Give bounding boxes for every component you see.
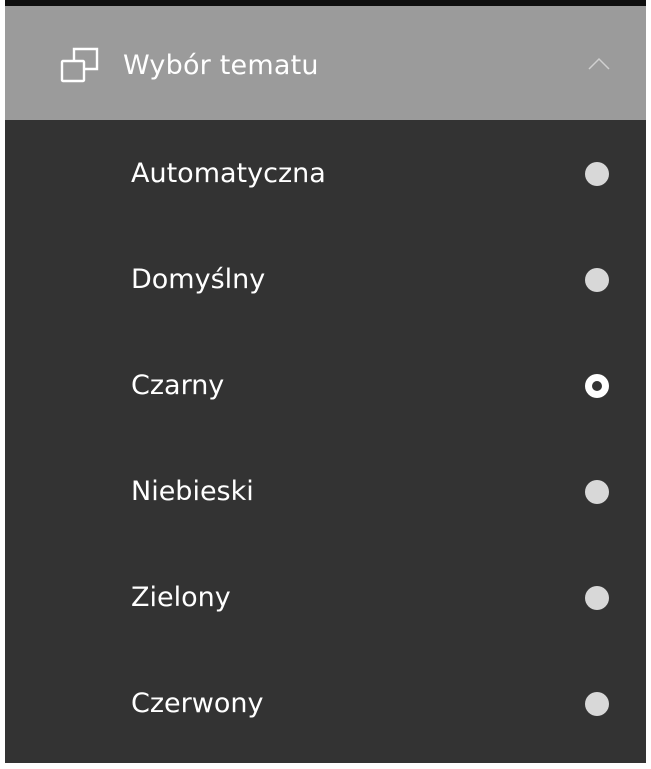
radio-button[interactable]	[585, 480, 609, 504]
theme-option-label: Niebieski	[131, 476, 254, 507]
radio-button[interactable]	[585, 268, 609, 292]
radio-button-selected[interactable]	[585, 374, 609, 398]
theme-selector-header[interactable]: Wybór tematu	[5, 6, 646, 120]
theme-option-label: Czarny	[131, 370, 225, 401]
windows-stack-icon	[60, 47, 100, 83]
theme-option-domyslny[interactable]: Domyślny	[5, 226, 646, 332]
theme-option-label: Czerwony	[131, 688, 264, 719]
theme-option-label: Zielony	[131, 582, 231, 613]
header-title: Wybór tematu	[123, 50, 319, 81]
theme-option-zielony[interactable]: Zielony	[5, 544, 646, 650]
theme-option-label: Domyślny	[131, 264, 266, 295]
theme-option-niebieski[interactable]: Niebieski	[5, 438, 646, 544]
theme-option-czerwony[interactable]: Czerwony	[5, 650, 646, 756]
theme-option-automatyczna[interactable]: Automatyczna	[5, 120, 646, 226]
radio-button[interactable]	[585, 586, 609, 610]
theme-option-czarny[interactable]: Czarny	[5, 332, 646, 438]
theme-option-label: Automatyczna	[131, 158, 326, 189]
radio-button[interactable]	[585, 162, 609, 186]
radio-button[interactable]	[585, 692, 609, 716]
chevron-up-icon[interactable]	[588, 56, 610, 70]
theme-selector-panel: Wybór tematu Automatyczna Domyślny Czarn…	[5, 6, 646, 763]
